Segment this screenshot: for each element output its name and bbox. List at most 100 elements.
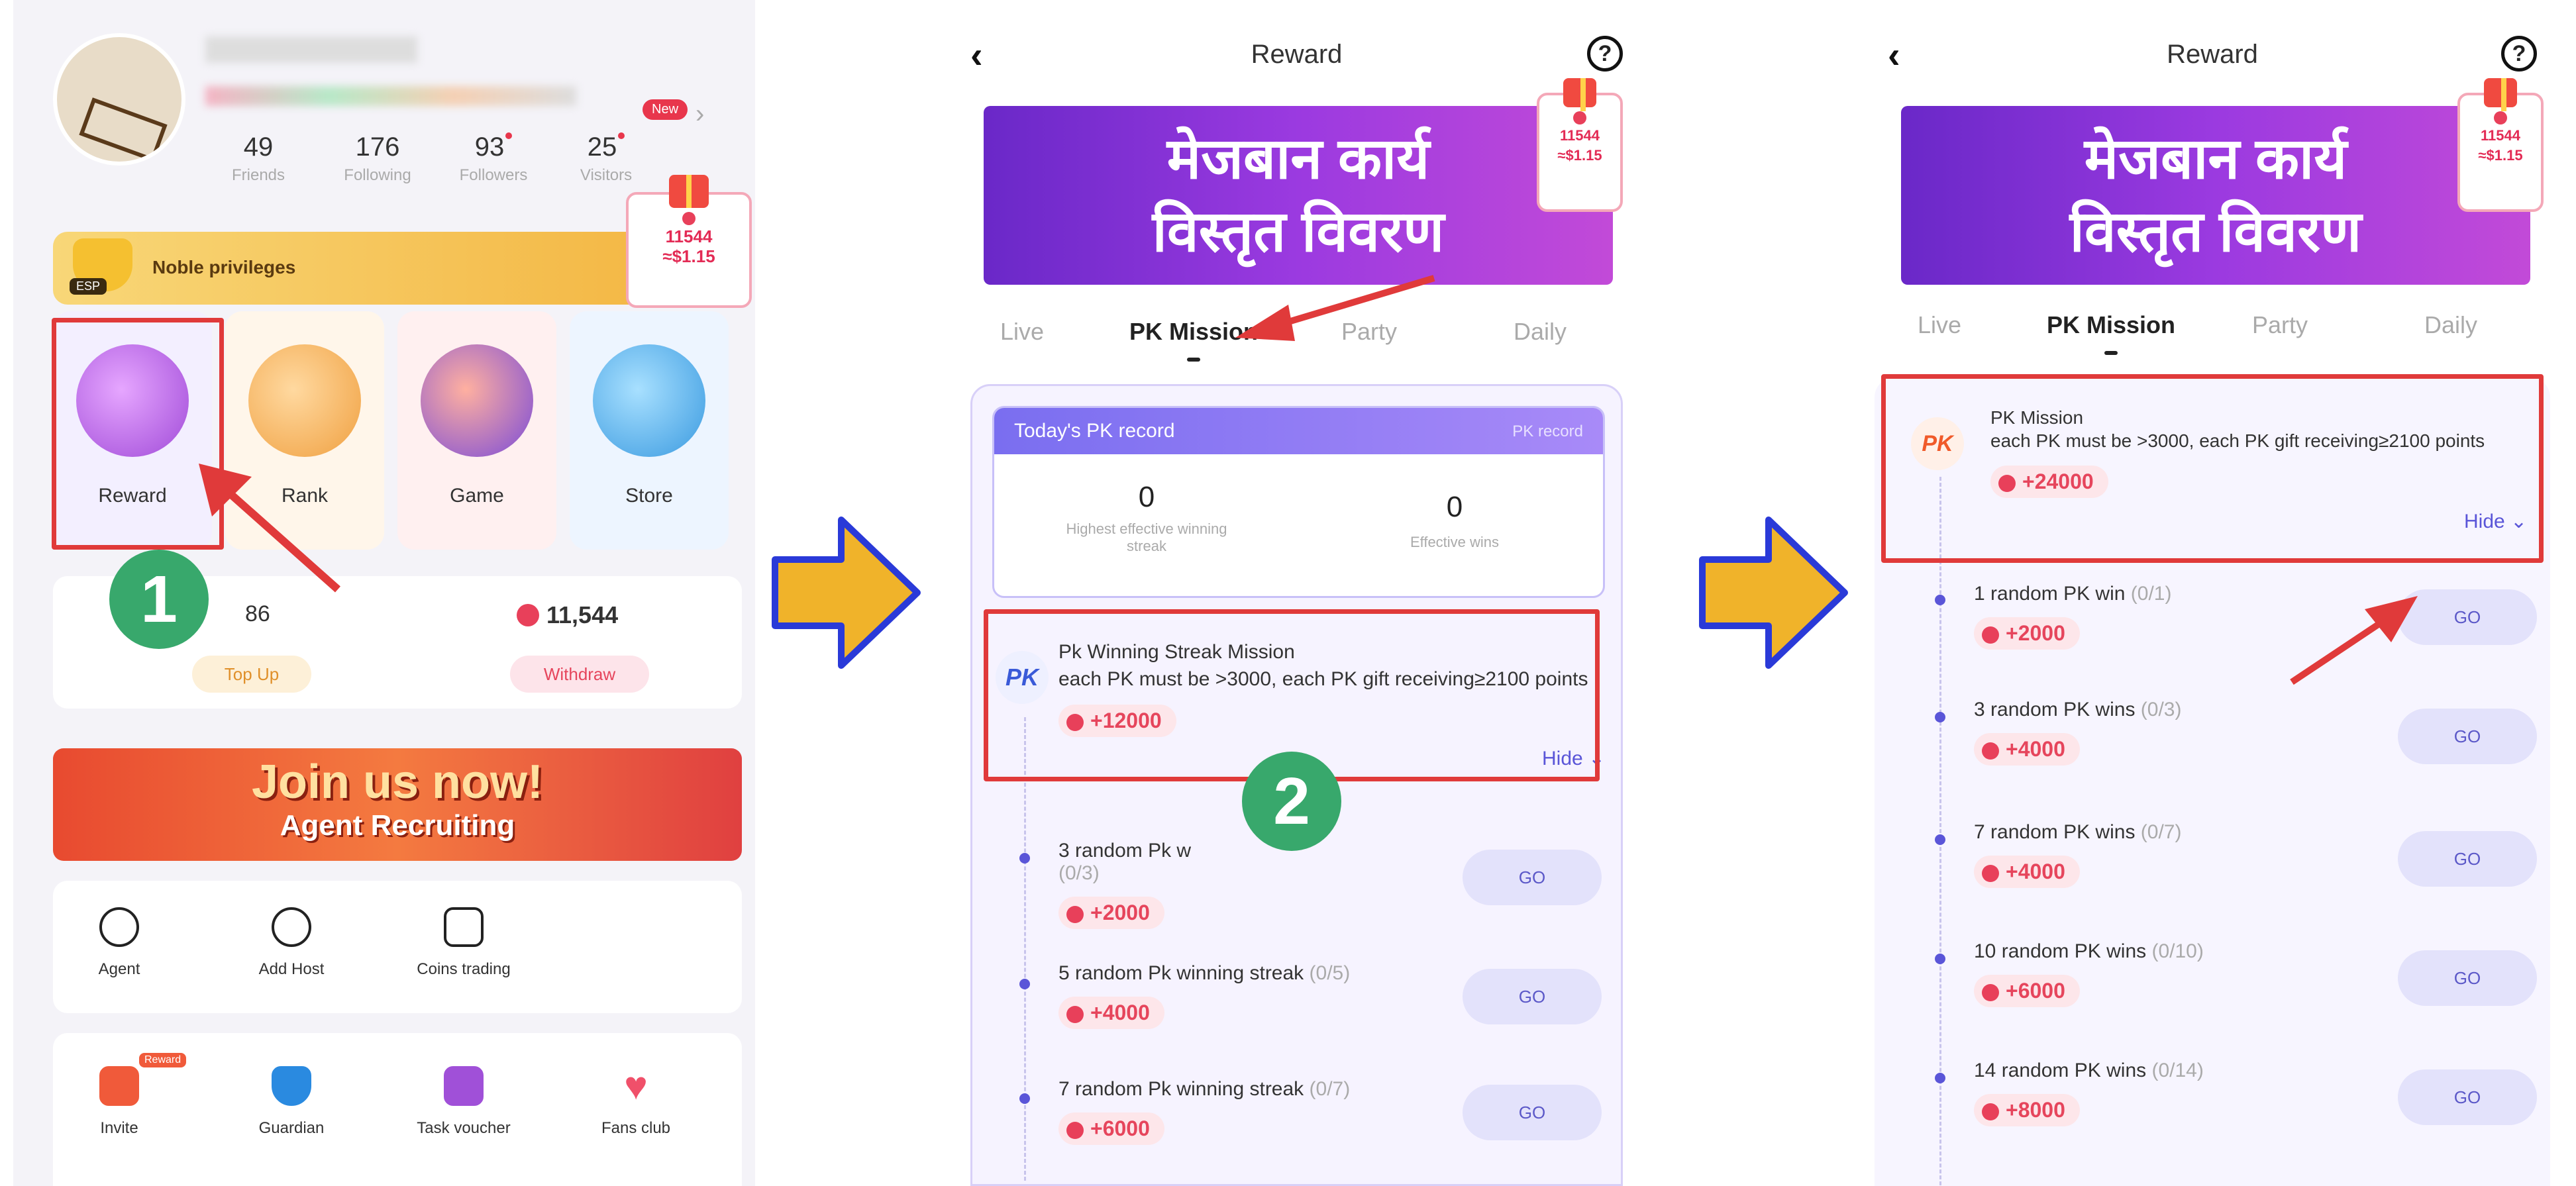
rank-icon xyxy=(248,344,361,457)
diamond-icon xyxy=(1982,1103,1999,1120)
go-button[interactable]: GO xyxy=(2398,831,2537,887)
pk-record-link[interactable]: PK record xyxy=(1512,422,1583,441)
timeline-dot xyxy=(1935,712,1945,722)
banner-line1: मेजबान कार्य xyxy=(2084,127,2347,191)
blurred-tags xyxy=(205,86,576,106)
pk-record-card: Today's PK record PK record 0 Highest ef… xyxy=(992,406,1605,598)
promo-banner[interactable]: Join us now! Agent Recruiting xyxy=(53,748,742,861)
tool-add-host[interactable]: Add Host xyxy=(225,907,358,979)
tab-pk-mission[interactable]: PK Mission xyxy=(2047,311,2175,355)
quick-game[interactable]: Game xyxy=(397,311,556,550)
diamond-icon xyxy=(1982,626,1999,644)
flow-arrow-2 xyxy=(1699,517,1848,669)
tab-daily[interactable]: Daily xyxy=(1514,318,1567,346)
page-title: Reward xyxy=(1251,40,1343,69)
task-item: 3 random Pk w (0/3) +2000 xyxy=(1058,840,1456,929)
banner-line1: मेजबान कार्य xyxy=(1166,127,1430,191)
task-item: 3 random PK wins (0/3) +4000 xyxy=(1974,699,2371,766)
noble-badge: ESP xyxy=(70,278,107,295)
noble-label: Noble privileges xyxy=(152,257,296,277)
stat-friends[interactable]: 49 Friends xyxy=(209,132,308,185)
timeline-line xyxy=(1024,717,1026,1181)
gift-value: 11544 xyxy=(665,226,713,246)
bottom-task-voucher[interactable]: Task voucher xyxy=(397,1066,530,1138)
heart-icon: ♥ xyxy=(624,1063,648,1108)
bottom-card: Invite Reward Guardian Task voucher ♥ Fan… xyxy=(53,1033,742,1186)
invite-badge: Reward xyxy=(139,1053,187,1067)
gift-reward-box[interactable]: 11544 ≈$1.15 xyxy=(626,175,752,308)
stat-followers[interactable]: 93 Followers xyxy=(444,132,543,185)
gift-icon xyxy=(669,175,709,208)
bottom-fans-club[interactable]: ♥ Fans club xyxy=(570,1066,702,1138)
shield-icon xyxy=(272,1066,311,1106)
help-icon[interactable]: ? xyxy=(2501,36,2537,72)
tools-card: Agent Add Host Coins trading xyxy=(53,881,742,1013)
coin-icon xyxy=(1573,111,1586,124)
diamond-icon xyxy=(1982,864,1999,882)
gift-money: ≈$1.15 xyxy=(662,246,715,266)
avatar[interactable] xyxy=(53,33,185,166)
timeline-dot xyxy=(1019,979,1030,989)
timeline-dot xyxy=(1935,834,1945,845)
withdraw-button[interactable]: Withdraw xyxy=(510,656,649,693)
tab-daily[interactable]: Daily xyxy=(2424,311,2477,339)
task-item: 14 random PK wins (0/14) +8000 xyxy=(1974,1060,2371,1126)
task-item: 7 random PK wins (0/7) +4000 xyxy=(1974,821,2371,888)
red-pointer-arrow-1 xyxy=(199,464,340,593)
coin-icon xyxy=(682,212,696,225)
tab-live[interactable]: Live xyxy=(1918,311,1961,339)
voucher-icon xyxy=(444,1066,484,1106)
stat-following[interactable]: 176 Following xyxy=(328,132,427,185)
step-2-badge: 2 xyxy=(1242,752,1341,851)
banner-line2: विस्तृत विवरण xyxy=(1152,200,1445,264)
go-button[interactable]: GO xyxy=(1463,1085,1602,1140)
game-icon xyxy=(421,344,533,457)
store-icon xyxy=(593,344,705,457)
banner-line2: विस्तृत विवरण xyxy=(2069,200,2362,264)
bottom-guardian[interactable]: Guardian xyxy=(225,1066,358,1138)
task-item: 10 random PK wins (0/10) +6000 xyxy=(1974,940,2371,1007)
quick-store[interactable]: Store xyxy=(570,311,729,550)
gift-reward-box[interactable]: 11544 ≈$1.15 xyxy=(2457,78,2544,212)
promo-line1: Join us now! xyxy=(252,756,543,809)
go-button[interactable]: GO xyxy=(2398,950,2537,1006)
tab-party[interactable]: Party xyxy=(2252,311,2308,339)
tool-agent[interactable]: Agent xyxy=(53,907,185,979)
go-button[interactable]: GO xyxy=(2398,709,2537,764)
go-button[interactable]: GO xyxy=(2398,1069,2537,1125)
stat-visitors[interactable]: 25 Visitors xyxy=(556,132,656,185)
tab-live[interactable]: Live xyxy=(1000,318,1044,346)
timeline-dot xyxy=(1935,595,1945,605)
diamonds-value: 11,544 xyxy=(546,601,619,628)
highlight-main-mission xyxy=(1881,374,2544,563)
pk-record-title: Today's PK record xyxy=(1014,420,1175,442)
blurred-username xyxy=(205,36,417,63)
promo-banner-hindi[interactable]: मेजबान कार्य विस्तृत विवरण xyxy=(1901,106,2530,285)
highest-streak-value: 0 xyxy=(1138,481,1155,513)
agent-icon xyxy=(99,907,139,947)
quick-game-label: Game xyxy=(450,485,504,507)
gift-icon xyxy=(1563,78,1596,111)
quick-store-label: Store xyxy=(625,485,673,507)
go-button[interactable]: GO xyxy=(1463,969,1602,1024)
gift-icon xyxy=(2484,78,2517,111)
invite-icon xyxy=(99,1066,139,1106)
gift-reward-box[interactable]: 11544 ≈$1.15 xyxy=(1537,78,1623,212)
go-button[interactable]: GO xyxy=(1463,850,1602,905)
timeline-dot xyxy=(1019,853,1030,864)
tool-coins-trading[interactable]: Coins trading xyxy=(397,907,530,979)
highest-streak-label: Highest effective winning streak xyxy=(1066,520,1227,554)
promo-line2: Agent Recruiting xyxy=(280,809,515,842)
coin-icon xyxy=(2494,111,2507,124)
coins-trading-icon xyxy=(444,907,484,947)
diamond-icon xyxy=(1982,983,1999,1001)
promo-banner-hindi[interactable]: मेजबान कार्य विस्तृत विवरण xyxy=(984,106,1613,285)
add-host-icon xyxy=(272,907,311,947)
topup-button[interactable]: Top Up xyxy=(192,656,311,693)
reward-screen-pk-detail: ‹ Reward ? मेजबान कार्य विस्तृत विवरण 11… xyxy=(1861,0,2563,1186)
bottom-invite[interactable]: Invite xyxy=(53,1066,185,1138)
diamond-icon xyxy=(1066,1121,1084,1139)
diamond-icon xyxy=(1982,742,1999,760)
chevron-right-icon[interactable]: › xyxy=(696,99,704,129)
help-icon[interactable]: ? xyxy=(1587,36,1623,72)
